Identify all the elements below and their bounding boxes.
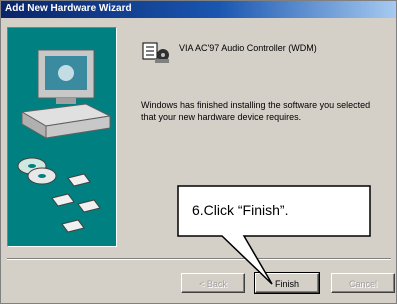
callout-instruction: 6.Click “Finish”. [192,202,289,218]
callout-bubble [177,185,371,285]
